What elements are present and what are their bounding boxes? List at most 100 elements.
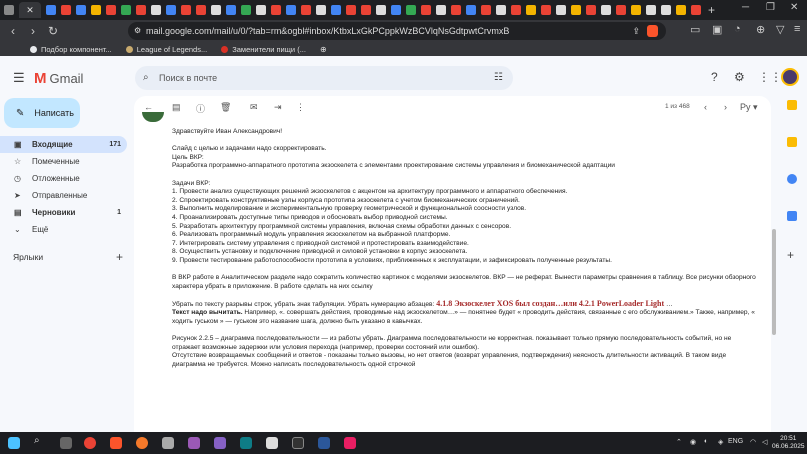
tab-favicon[interactable] (646, 5, 656, 15)
chrome-icon[interactable] (84, 437, 96, 449)
restore-icon[interactable]: ❐ (766, 2, 775, 13)
app-icon[interactable] (266, 437, 278, 449)
vpn-icon[interactable]: ⊕ (756, 23, 765, 36)
app-icon[interactable] (188, 437, 200, 449)
sidebar-item-inbox[interactable]: ▣ Входящие 171 (0, 136, 127, 153)
calendar-icon[interactable] (787, 100, 797, 110)
tab-favicon[interactable] (196, 5, 206, 15)
task-view-icon[interactable] (60, 437, 72, 449)
compose-button[interactable]: ✎ Написать (4, 98, 80, 128)
wifi-icon[interactable]: ◠ (750, 438, 756, 446)
tab-favicon[interactable] (436, 5, 446, 15)
tab-favicon[interactable] (661, 5, 671, 15)
add-addon-icon[interactable]: + (787, 248, 805, 262)
more-vert-icon[interactable]: ⋮ (296, 102, 305, 113)
visual-studio-icon[interactable] (214, 437, 226, 449)
tab-favicon[interactable] (151, 5, 161, 15)
sidebar-toggle-icon[interactable]: ▭ (690, 23, 700, 36)
tab-favicon[interactable] (346, 5, 356, 15)
account-avatar[interactable] (781, 68, 799, 86)
volume-icon[interactable]: ◁ (762, 438, 767, 446)
tab-favicon[interactable] (691, 5, 701, 15)
app-icon[interactable] (344, 437, 356, 449)
tasks-icon[interactable] (787, 174, 797, 184)
tab-favicon[interactable] (76, 5, 86, 15)
tab-favicon[interactable] (136, 5, 146, 15)
tab-favicon[interactable] (4, 5, 14, 15)
close-window-icon[interactable]: ✕ (790, 2, 798, 13)
reload-icon[interactable]: ↻ (46, 24, 60, 38)
brave-shield-icon[interactable] (647, 25, 658, 37)
tab-close-icon[interactable]: ✕ (26, 5, 34, 16)
tab-favicon[interactable] (421, 5, 431, 15)
minimize-icon[interactable]: ─ (742, 2, 749, 13)
new-tab-button[interactable]: + (708, 3, 715, 17)
url-field[interactable]: ⚙ mail.google.com/mail/u/0/?tab=rm&ogbl#… (128, 22, 666, 40)
tab-favicon[interactable] (361, 5, 371, 15)
help-icon[interactable]: ? (711, 70, 718, 84)
tab-favicon[interactable] (391, 5, 401, 15)
contacts-icon[interactable] (787, 211, 797, 221)
leo-icon[interactable]: ◔ (734, 23, 741, 35)
wallet-icon[interactable]: ▣ (712, 23, 722, 36)
tab-favicon[interactable] (181, 5, 191, 15)
tab-favicon[interactable] (166, 5, 176, 15)
tab-favicon[interactable] (226, 5, 236, 15)
sidebar-item-drafts[interactable]: ▤ Черновики 1 (0, 204, 127, 221)
keyboard-language[interactable]: ENG (728, 438, 743, 445)
input-language-button[interactable]: Ру ▾ (740, 102, 758, 113)
tab-favicon[interactable] (301, 5, 311, 15)
app-icon[interactable] (240, 437, 252, 449)
tab-favicon[interactable] (331, 5, 341, 15)
report-spam-icon[interactable]: ⓘ (196, 102, 205, 115)
site-info-icon[interactable]: ⚙ (134, 22, 141, 40)
globe-icon[interactable]: ⊕ (320, 45, 327, 54)
archive-icon[interactable]: ▤ (172, 102, 181, 113)
sidebar-item-snoozed[interactable]: ◷ Отложенные (0, 170, 127, 187)
bookmark-item[interactable]: League of Legends... (125, 45, 207, 54)
tab-favicon[interactable] (61, 5, 71, 15)
tab-favicon[interactable] (481, 5, 491, 15)
sidebar-item-more[interactable]: ⌄ Ещё (0, 221, 127, 238)
tab-favicon[interactable] (211, 5, 221, 15)
tab-favicon[interactable] (586, 5, 596, 15)
tab-favicon[interactable] (511, 5, 521, 15)
main-menu-icon[interactable]: ☰ (13, 70, 25, 86)
search-icon[interactable]: ⌕ (143, 66, 149, 90)
settings-gear-icon[interactable]: ⚙ (734, 70, 745, 84)
sidebar-item-starred[interactable]: ☆ Помеченные (0, 153, 127, 170)
tab-favicon[interactable] (91, 5, 101, 15)
older-icon[interactable]: › (724, 102, 727, 112)
keep-icon[interactable] (787, 137, 797, 147)
tab-favicon[interactable] (526, 5, 536, 15)
tab-favicon[interactable] (241, 5, 251, 15)
newer-icon[interactable]: ‹ (704, 102, 707, 112)
tab-favicon[interactable] (556, 5, 566, 15)
brave-icon[interactable] (110, 437, 122, 449)
search-icon[interactable]: ⌕ (34, 435, 46, 447)
forward-icon[interactable]: › (26, 24, 40, 38)
word-icon[interactable] (318, 437, 330, 449)
add-label-icon[interactable]: + (116, 250, 123, 264)
tab-favicon[interactable] (256, 5, 266, 15)
tab-favicon[interactable] (271, 5, 281, 15)
tab-favicon[interactable] (466, 5, 476, 15)
tab-favicon[interactable] (676, 5, 686, 15)
tab-favicon[interactable] (496, 5, 506, 15)
tab-favicon[interactable] (601, 5, 611, 15)
rewards-icon[interactable]: ▽ (776, 23, 784, 36)
gmail-logo[interactable]: M Gmail (34, 70, 83, 87)
tab-favicon[interactable] (316, 5, 326, 15)
bookmark-item[interactable]: Заменители пищи (... (221, 45, 306, 54)
terminal-icon[interactable] (292, 437, 304, 449)
tab-favicon[interactable] (286, 5, 296, 15)
mark-unread-icon[interactable]: ✉ (250, 102, 258, 113)
scrollbar[interactable] (772, 229, 776, 335)
delete-icon[interactable]: 🗑 (220, 102, 231, 113)
share-icon[interactable]: ⇪ (632, 22, 640, 40)
search-options-icon[interactable]: ☷ (494, 66, 503, 90)
blender-icon[interactable] (136, 437, 148, 449)
active-tab[interactable]: ✕ (19, 2, 41, 18)
tray-chevron-icon[interactable]: ⌃ (676, 438, 682, 446)
bookmark-item[interactable]: Подбор компонент... (30, 45, 112, 54)
